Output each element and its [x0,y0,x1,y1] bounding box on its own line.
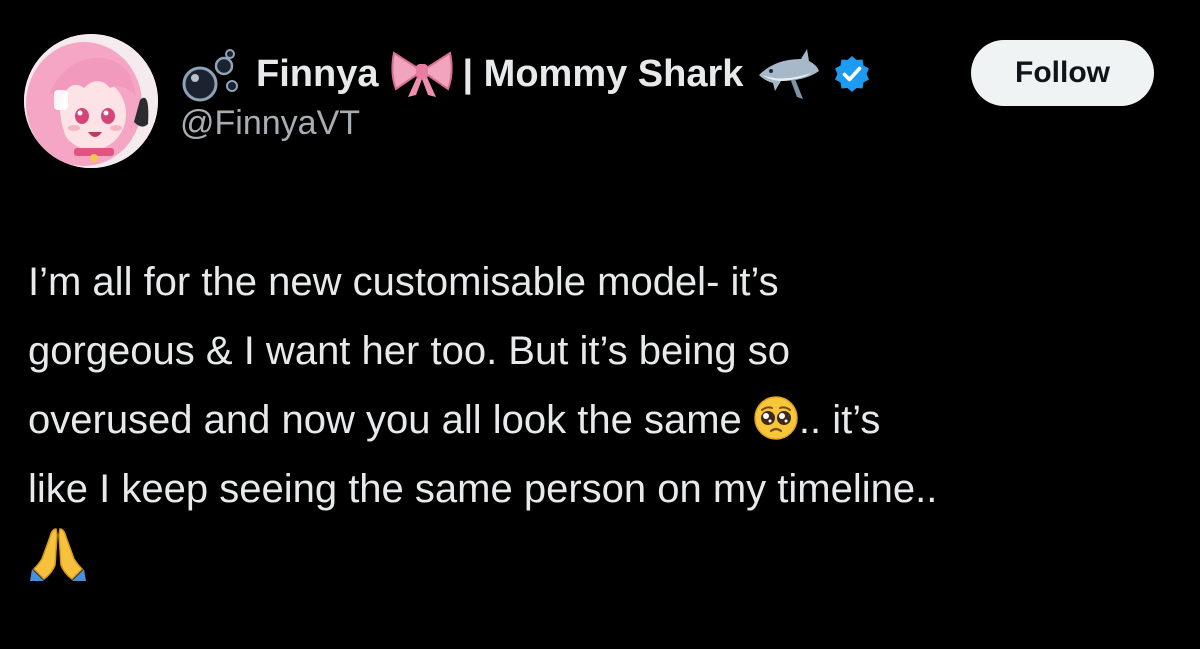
tweet-text-line: I’m all for the new customisable model- … [28,260,779,304]
shark-icon [755,45,821,103]
avatar[interactable] [24,34,158,168]
avatar-image [24,34,158,168]
tweet-text-line: gorgeous & I want her too. But it’s bein… [28,329,790,373]
tweet-text: I’m all for the new customisable model- … [28,248,1188,593]
tweet-text-line: like I keep seeing the same person on my… [28,467,938,511]
bubbles-icon [180,46,244,102]
pleading-face-icon [753,395,799,441]
verified-badge-icon [833,55,871,93]
ribbon-icon [390,49,454,99]
folded-hands-icon [28,525,88,581]
tweet-text-segment: .. it’s [798,398,881,442]
tweet-card: Finnya | Mommy Shark @FinnyaVT Follow I’… [0,0,1200,649]
tweet-text-segment: overused and now you all look the same [28,398,742,442]
author-name-row[interactable]: Finnya | Mommy Shark [180,42,871,106]
display-name-suffix: | Mommy Shark [462,52,744,95]
tweet-text-line: overused and now you all look the same .… [28,386,1188,455]
display-name: Finnya [256,52,379,95]
author-handle[interactable]: @FinnyaVT [180,104,360,143]
tweet-text-line [28,524,1188,593]
follow-button[interactable]: Follow [971,40,1154,106]
